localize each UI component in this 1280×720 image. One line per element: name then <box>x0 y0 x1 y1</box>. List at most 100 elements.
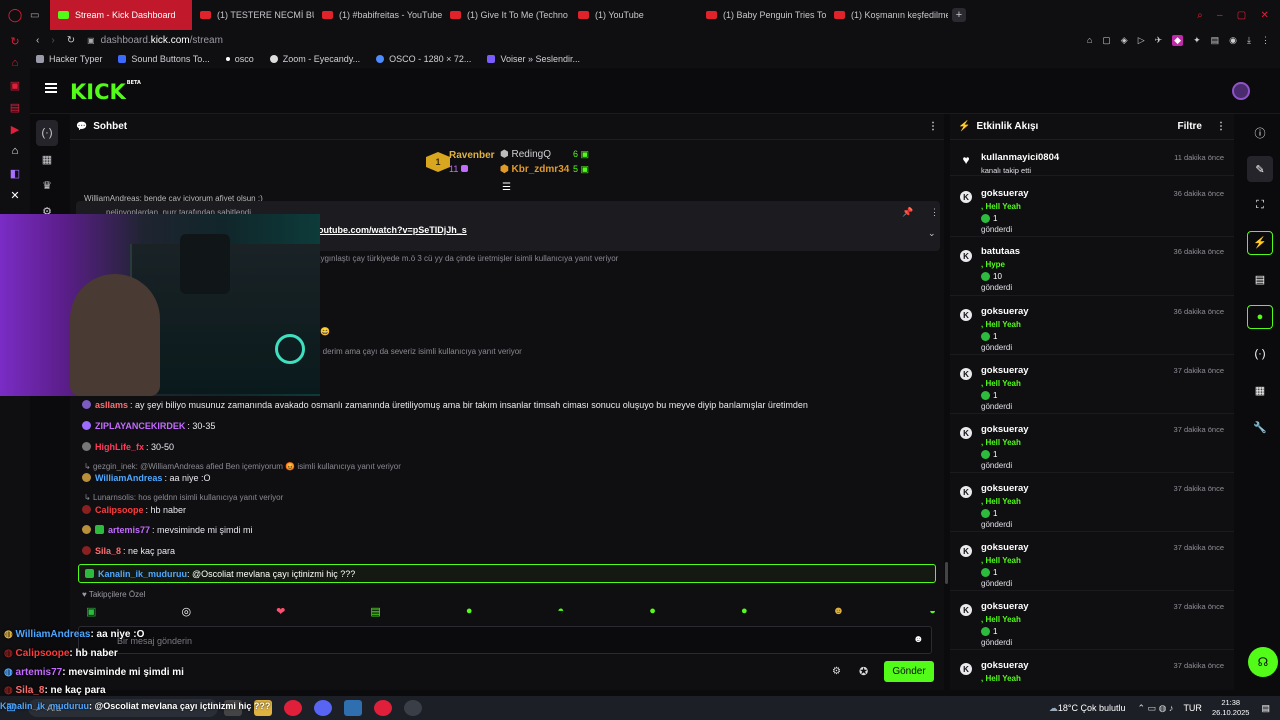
search-tabs-icon[interactable]: ⌕ <box>1197 10 1203 21</box>
tab-youtube-1[interactable]: (1) TESTERE NECMİ BU A <box>192 0 314 30</box>
activity-item[interactable]: K goksueray 37 dakika önce , Hell Yeah 1… <box>950 416 1234 473</box>
profile-icon[interactable]: ◉ <box>1229 35 1237 46</box>
leader-first-name[interactable]: Ravenber <box>449 150 495 161</box>
nav-analytics-icon[interactable]: ▦ <box>30 146 64 172</box>
emote-icon[interactable]: ☻ <box>833 605 845 618</box>
support-button[interactable]: ☊ <box>1248 647 1278 677</box>
tray-icons[interactable]: ⌃ ▭ ◍ ♪ <box>1138 703 1174 714</box>
tab-youtube-4[interactable]: (1) YouTube <box>570 0 698 30</box>
bookmark-icon[interactable]: ⌂ <box>1087 35 1092 46</box>
chat-toggle[interactable]: ● <box>1240 298 1280 335</box>
kick-logo[interactable]: KICKBETA <box>70 80 141 104</box>
close-icon[interactable]: ✕ <box>1260 10 1268 21</box>
chat-input[interactable]: Bir mesaj gönderin ☻ <box>78 626 932 654</box>
snapshot-icon[interactable]: ▢ <box>1102 35 1111 46</box>
activity-item[interactable]: K goksueray 36 dakika önce , Hell Yeah 1… <box>950 298 1234 355</box>
pin-icon[interactable]: 📌 <box>902 207 913 218</box>
kick-gift-icon[interactable]: ✪ <box>859 665 868 678</box>
opera-gx-taskbar-icon[interactable] <box>284 700 302 716</box>
activity-menu-icon[interactable]: ⋮ <box>1216 121 1226 132</box>
bookmark-voiser[interactable]: Voiser » Seslendir... <box>487 54 580 64</box>
gx-corner-icon[interactable]: ▣ <box>0 74 30 96</box>
activity-item[interactable]: K goksueray 37 dakika önce , Hell Yeah 1… <box>950 357 1234 414</box>
back-icon[interactable]: ‹ <box>36 35 39 46</box>
weather-widget[interactable]: ☁ 18°C Çok bulutlu <box>1049 703 1126 714</box>
reload-icon[interactable]: ↻ <box>67 35 75 46</box>
broadcast-icon[interactable]: (·) <box>1240 335 1280 372</box>
language-indicator[interactable]: TUR <box>1183 703 1202 713</box>
leader-second[interactable]: ⬢ RedingQ <box>500 149 551 160</box>
collapse-leaderboard-icon[interactable]: ☰ <box>502 182 511 193</box>
emote-icon[interactable]: ❤ <box>276 605 285 618</box>
activity-item[interactable]: K goksueray 37 dakika önce , Hell Yeah 1… <box>950 534 1234 591</box>
bookmark-hacker-typer[interactable]: Hacker Typer <box>36 54 102 64</box>
new-tab-plus-icon[interactable]: + <box>952 8 966 22</box>
chat-menu-icon[interactable]: ⋮ <box>928 121 938 132</box>
play-icon[interactable]: ▷ <box>1138 35 1145 46</box>
fullscreen-icon[interactable]: ⛶ <box>1240 187 1280 224</box>
tab-youtube-5[interactable]: (1) Baby Penguin Tries To <box>698 0 826 30</box>
chat-scrollbar[interactable] <box>945 562 948 584</box>
clock[interactable]: 21:38 26.10.2025 <box>1212 698 1250 718</box>
url-field[interactable]: dashboard.kick.com/stream <box>101 35 223 46</box>
app-icon[interactable] <box>344 700 362 716</box>
wrench-icon[interactable]: 🔧 <box>1240 409 1280 446</box>
vpn-icon[interactable]: ◈ <box>1121 35 1128 46</box>
tab-youtube-3[interactable]: (1) Give It To Me (Techno <box>442 0 570 30</box>
leader-third[interactable]: ⬢ Kbr_zdmr34 <box>500 164 569 175</box>
bookmark-zoom[interactable]: Zoom - Eyecandy... <box>269 54 360 64</box>
x-icon[interactable]: ✕ <box>0 184 30 206</box>
activity-toggle[interactable]: ⚡ <box>1240 224 1280 261</box>
layout-icon[interactable]: ▦ <box>1240 372 1280 409</box>
activity-item[interactable]: K goksueray 37 dakika önce , Hell Yeah 1… <box>950 593 1234 650</box>
twitch-purple-icon[interactable]: ◧ <box>0 162 30 184</box>
chevron-down-icon[interactable]: ⌄ <box>928 228 936 239</box>
emote-icon[interactable]: ▣ <box>86 605 96 618</box>
emote-icon[interactable]: ● <box>649 605 656 618</box>
user-avatar[interactable] <box>1232 82 1250 100</box>
activity-item[interactable]: K goksueray 37 dakika önce , Hell Yeah 1… <box>950 475 1234 532</box>
bookmark-osco[interactable]: osco <box>225 54 254 64</box>
wallet-icon[interactable]: ▤ <box>1211 35 1220 46</box>
bookmark-osco-1280[interactable]: OSCO - 1280 × 72... <box>376 54 471 64</box>
nav-stream-icon[interactable]: (·) <box>36 120 58 146</box>
hamburger-menu-icon[interactable] <box>45 83 57 93</box>
emote-icon[interactable]: ▤ <box>370 605 380 618</box>
opera-logo-icon[interactable]: ◯ <box>0 0 30 30</box>
extension-icon[interactable]: ◆ <box>1172 34 1184 46</box>
filter-button[interactable]: Filtre <box>1178 121 1202 132</box>
puzzle-icon[interactable]: ✦ <box>1193 35 1201 46</box>
edit-icon[interactable]: ✎ <box>1247 156 1273 182</box>
minimize-icon[interactable]: – <box>1217 10 1223 21</box>
maximize-icon[interactable]: ▢ <box>1237 10 1246 21</box>
discord-icon[interactable] <box>314 700 332 716</box>
more-menu-icon[interactable]: ⋮ <box>1261 35 1270 46</box>
activity-item[interactable]: K batutaas 36 dakika önce , Hype 10 gönd… <box>950 239 1234 296</box>
tab-youtube-6[interactable]: (1) Koşmanın keşfedilmed <box>826 0 948 30</box>
emote-icon[interactable]: ◓ <box>558 605 565 618</box>
notes-icon[interactable]: ▤ <box>1240 261 1280 298</box>
obs-icon[interactable] <box>404 700 422 716</box>
emote-icon[interactable]: ◒ <box>929 605 936 618</box>
chat-settings-icon[interactable]: ⚙ <box>832 666 841 677</box>
pinned-link[interactable]: outube.com/watch?v=pSeTIDjJh_s <box>318 225 467 235</box>
pinned-menu-icon[interactable]: ⋮ <box>930 207 939 218</box>
nav-trophy-icon[interactable]: ♛ <box>30 172 64 198</box>
share-icon[interactable]: ✈ <box>1155 35 1163 46</box>
emote-icon[interactable]: ◎ <box>181 605 191 618</box>
bookmark-sound-buttons[interactable]: Sound Buttons To... <box>118 54 210 64</box>
download-icon[interactable]: ⤓ <box>1247 35 1251 46</box>
emoji-picker-icon[interactable]: ☻ <box>913 634 924 645</box>
send-button[interactable]: Gönder <box>884 661 934 682</box>
activity-item[interactable]: K goksueray 36 dakika önce , Hell Yeah 1… <box>950 180 1234 237</box>
opera-icon[interactable] <box>374 700 392 716</box>
activity-item[interactable]: ♥ kullanmayici0804 11 dakika önce kanalı… <box>950 144 1234 176</box>
tab-kick-dashboard[interactable]: Stream - Kick Dashboard <box>50 0 192 30</box>
notifications-icon[interactable]: ▤ <box>1261 703 1270 714</box>
tab-menu-icon[interactable]: ▭ <box>30 10 50 21</box>
forward-icon[interactable]: › <box>51 35 54 46</box>
emote-icon[interactable]: ● <box>466 605 473 618</box>
gx-control-icon[interactable]: ⌂ <box>0 52 30 74</box>
kick-side-icon[interactable]: ⌂ <box>0 140 30 162</box>
activity-item[interactable]: K goksueray 37 dakika önce , Hell Yeah <box>950 652 1234 690</box>
